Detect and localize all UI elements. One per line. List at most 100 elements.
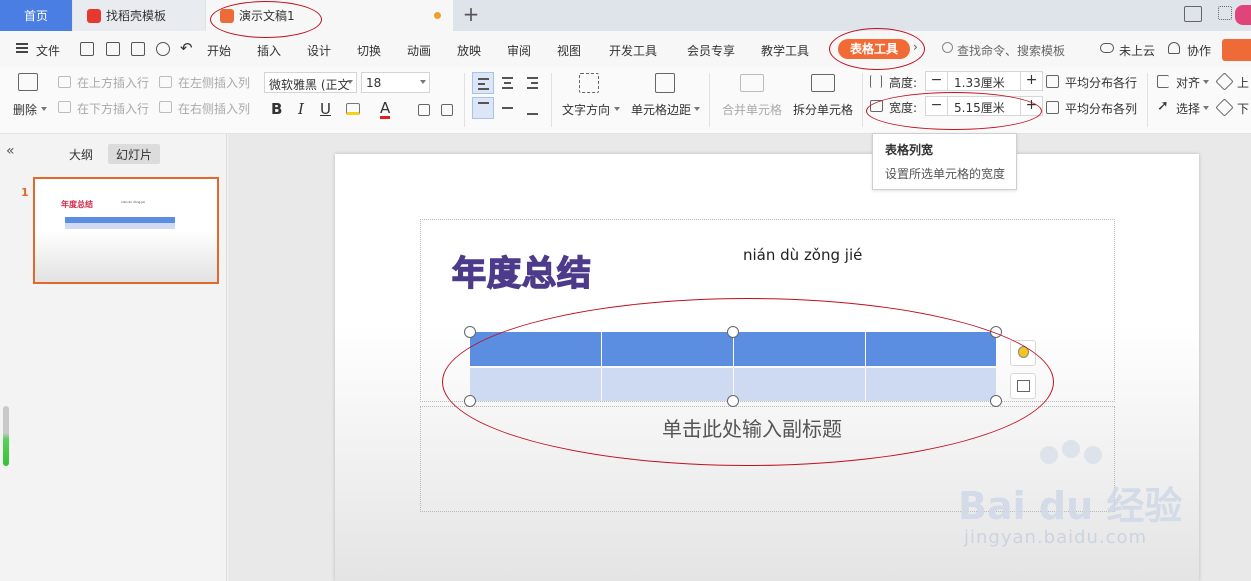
table-style-button[interactable] — [1010, 373, 1036, 399]
table-cell[interactable] — [470, 332, 601, 366]
table-cell[interactable] — [602, 368, 733, 401]
height-minus-button[interactable]: − — [926, 72, 948, 90]
distribute-cols-button[interactable]: 平均分布各列 — [1065, 100, 1137, 117]
font-size-select[interactable]: 18 — [361, 72, 430, 93]
menu-slideshow[interactable]: 放映 — [457, 42, 481, 59]
cell-margin-button[interactable]: 单元格边距 — [631, 101, 691, 118]
row-height-stepper[interactable]: − 1.33厘米 + — [925, 71, 1043, 91]
search-icon[interactable] — [942, 42, 953, 53]
menu-member[interactable]: 会员专享 — [687, 42, 735, 59]
font-color-button[interactable]: A — [380, 100, 391, 119]
bring-forward-button[interactable]: 上 — [1237, 74, 1249, 91]
line-spacing-icon[interactable] — [418, 104, 430, 116]
resize-handle[interactable] — [990, 326, 1002, 338]
menu-transition[interactable]: 切换 — [357, 42, 381, 59]
underline-button[interactable]: U — [320, 100, 331, 118]
new-tab-plus-icon[interactable]: + — [460, 4, 482, 26]
highlight-icon[interactable] — [346, 103, 360, 115]
preview-icon[interactable] — [156, 42, 170, 56]
resize-handle[interactable] — [727, 395, 739, 407]
table-cell[interactable] — [734, 368, 865, 401]
align-bottom-button[interactable] — [522, 97, 544, 119]
resize-handle[interactable] — [990, 395, 1002, 407]
scrollbar-indicator[interactable] — [3, 406, 9, 466]
window-layout-icon[interactable] — [1184, 6, 1202, 22]
align-right-button[interactable] — [522, 72, 544, 94]
resize-handle[interactable] — [727, 326, 739, 338]
menu-developer[interactable]: 开发工具 — [609, 42, 657, 59]
export-icon[interactable] — [106, 42, 120, 56]
resize-handle[interactable] — [464, 395, 476, 407]
table-cell[interactable] — [866, 332, 996, 366]
tab-document[interactable]: 演示文稿1 — [206, 0, 453, 31]
row-height-value[interactable]: 1.33厘米 — [954, 74, 1005, 91]
menu-animation[interactable]: 动画 — [407, 42, 431, 59]
ribbon-divider — [709, 73, 710, 127]
insert-col-left-button[interactable]: 在左侧插入列 — [178, 74, 250, 91]
menu-start[interactable]: 开始 — [207, 42, 231, 59]
slide-table[interactable] — [470, 332, 996, 401]
subtitle-prompt[interactable]: 单击此处输入副标题 — [662, 413, 842, 442]
menu-review[interactable]: 审阅 — [507, 42, 531, 59]
paragraph-spacing-icon[interactable] — [441, 104, 453, 116]
table-cell[interactable] — [734, 332, 865, 366]
align-middle-button[interactable] — [497, 97, 519, 119]
align-objects-button[interactable]: 对齐 — [1176, 74, 1200, 91]
table-cell[interactable] — [602, 332, 733, 366]
insert-row-below-button[interactable]: 在下方插入行 — [77, 100, 149, 117]
undo-icon[interactable]: ↶ — [180, 39, 193, 57]
collapse-panel-icon[interactable]: « — [6, 143, 15, 159]
menu-teaching[interactable]: 教学工具 — [761, 42, 809, 59]
menu-insert[interactable]: 插入 — [257, 42, 281, 59]
font-family-select[interactable]: 微软雅黑 (正文 — [264, 72, 357, 93]
menu-view[interactable]: 视图 — [557, 42, 581, 59]
align-center-icon-line — [504, 82, 511, 84]
font-size-value: 18 — [366, 76, 382, 90]
tab-template[interactable]: 找稻壳模板 — [73, 0, 205, 31]
select-button[interactable]: 选择 — [1176, 100, 1200, 117]
insert-row-above-button[interactable]: 在上方插入行 — [77, 74, 149, 91]
avatar[interactable] — [1235, 5, 1251, 25]
chevron-right-icon[interactable]: › — [913, 40, 918, 54]
split-cells-button[interactable]: 拆分单元格 — [793, 101, 853, 118]
height-plus-button[interactable]: + — [1020, 72, 1042, 90]
align-center-button[interactable] — [497, 72, 519, 94]
print-icon[interactable] — [131, 42, 145, 56]
column-width-value[interactable]: 5.15厘米 — [954, 99, 1005, 116]
menu-design[interactable]: 设计 — [307, 42, 331, 59]
distribute-rows-button[interactable]: 平均分布各行 — [1065, 74, 1137, 91]
ribbon-divider — [862, 73, 863, 127]
share-button[interactable] — [1222, 39, 1251, 61]
search-commands[interactable]: 查找命令、搜索模板 — [957, 42, 1065, 59]
send-backward-button[interactable]: 下 — [1237, 100, 1249, 117]
tab-outline[interactable]: 大纲 — [61, 144, 101, 164]
text-direction-button[interactable]: 文字方向 — [562, 101, 610, 118]
slide-title[interactable]: 年度总结 — [451, 246, 592, 295]
column-width-stepper[interactable]: − 5.15厘米 + — [925, 96, 1043, 116]
align-left-button[interactable] — [472, 72, 494, 94]
delete-button[interactable]: 删除 — [13, 101, 37, 118]
width-minus-button[interactable]: − — [926, 97, 948, 115]
apps-grid-icon[interactable] — [1218, 6, 1232, 20]
tab-home[interactable]: 首页 — [0, 0, 72, 31]
align-top-button[interactable] — [472, 97, 494, 119]
resize-handle[interactable] — [464, 326, 476, 338]
table-cell[interactable] — [866, 368, 996, 401]
table-cell[interactable] — [470, 368, 601, 401]
merge-cells-button[interactable]: 合并单元格 — [722, 101, 782, 118]
collaborate-button[interactable]: 协作 — [1187, 42, 1211, 59]
slide-thumbnail[interactable]: 年度总结 nián dù zǒng jié — [33, 177, 219, 284]
slide-pinyin[interactable]: nián dù zǒng jié — [743, 246, 862, 264]
tab-slides[interactable]: 幻灯片 — [108, 144, 161, 164]
insert-col-right-button[interactable]: 在右侧插入列 — [178, 100, 250, 117]
width-plus-button[interactable]: + — [1020, 97, 1042, 115]
cloud-status[interactable]: 未上云 — [1119, 42, 1155, 59]
hamburger-icon[interactable] — [16, 43, 28, 53]
menu-file[interactable]: 文件 — [36, 42, 60, 59]
bold-button[interactable]: B — [271, 100, 282, 118]
tab-document-label: 演示文稿1 — [239, 9, 295, 23]
menu-table-tools[interactable]: 表格工具 — [838, 39, 910, 59]
save-icon[interactable] — [80, 42, 94, 56]
smart-suggestion-button[interactable] — [1010, 340, 1036, 366]
italic-button[interactable]: I — [298, 100, 304, 118]
